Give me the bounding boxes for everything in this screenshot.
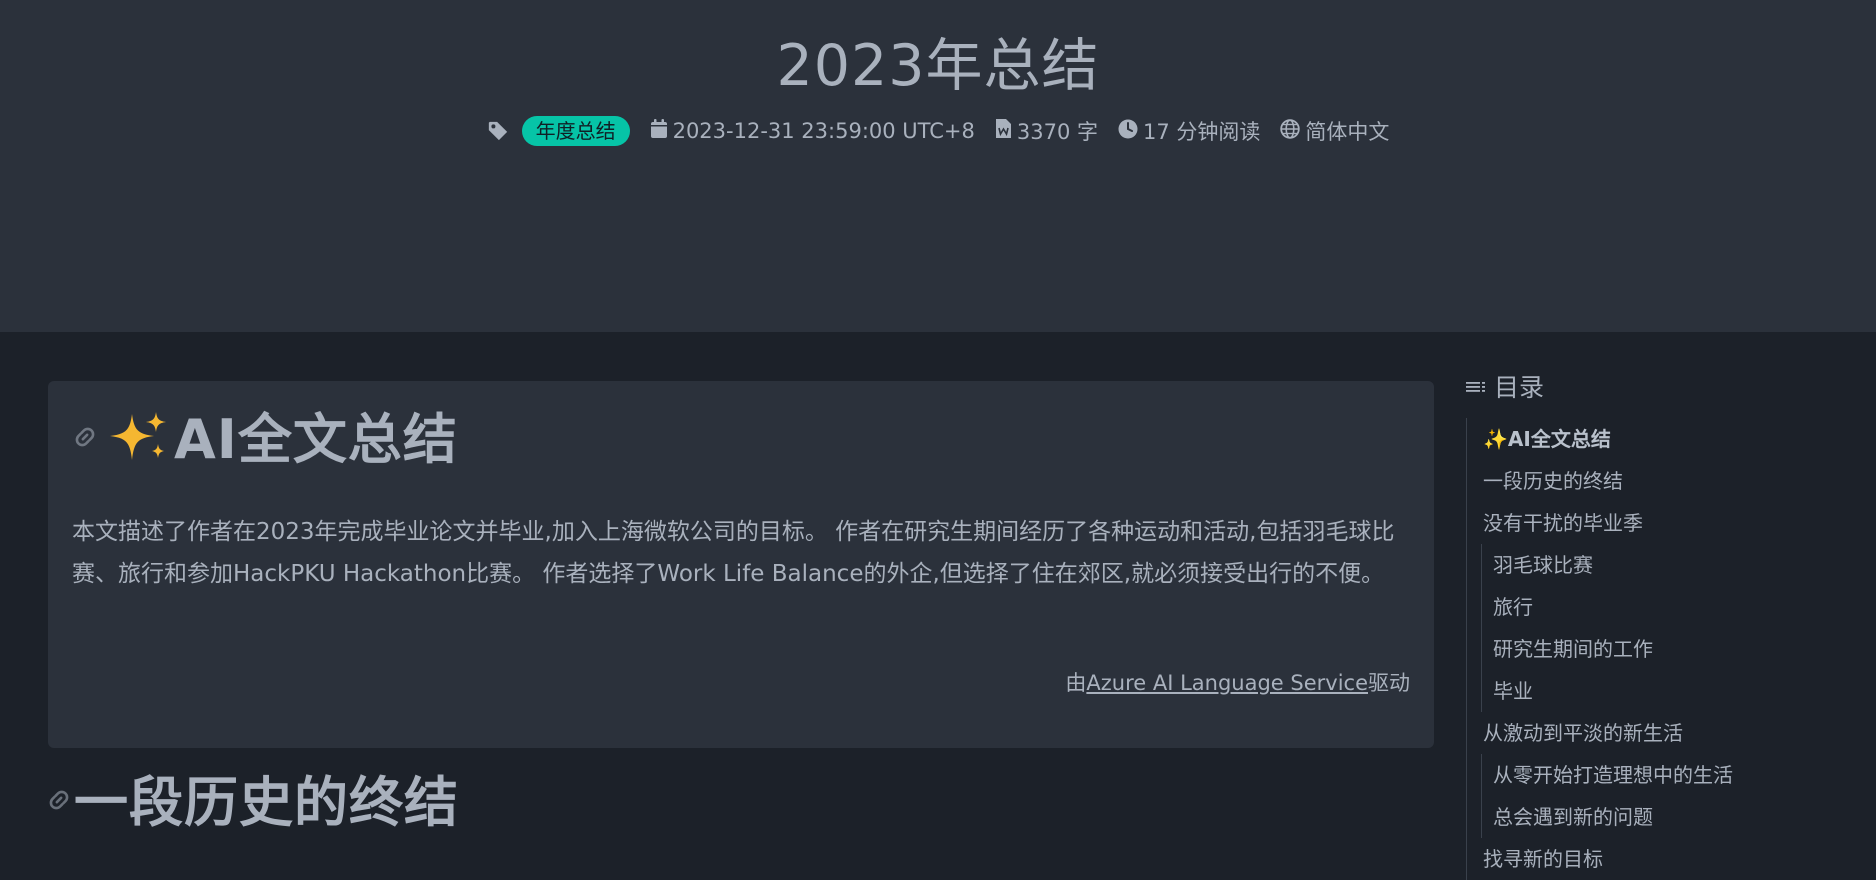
toc-item-ideal-life[interactable]: 从零开始打造理想中的生活 xyxy=(1467,754,1846,796)
sparkles-icon xyxy=(108,410,168,470)
ai-summary-text: 本文描述了作者在2023年完成毕业论文并毕业,加入上海微软公司的目标。 作者在研… xyxy=(72,519,1395,587)
ai-summary-heading-text: AI全文总结 xyxy=(174,408,458,471)
ai-summary-heading: AI全文总结 xyxy=(72,405,458,475)
section-heading-text: 一段历史的终结 xyxy=(74,771,459,834)
toc-item-travel[interactable]: 旅行 xyxy=(1467,586,1846,628)
toc-item-badminton[interactable]: 羽毛球比赛 xyxy=(1467,544,1846,586)
page-title: 2023年总结 xyxy=(776,33,1100,99)
post-date: 2023-12-31 23:59:00 UTC+8 xyxy=(672,119,975,143)
powered-prefix: 由 xyxy=(1065,671,1087,695)
toc-item-end-of-history[interactable]: 一段历史的终结 xyxy=(1467,460,1846,502)
list-icon xyxy=(1466,372,1494,401)
post-language: 简体中文 xyxy=(1305,120,1390,144)
toc-item-graduation-season[interactable]: 没有干扰的毕业季 xyxy=(1467,502,1846,544)
meta-date: 2023-12-31 23:59:00 UTC+8 xyxy=(650,118,975,144)
anchor-link-icon[interactable] xyxy=(72,424,98,456)
section-heading: 一段历史的终结 xyxy=(46,768,459,838)
meta-reading: 17 分钟阅读 xyxy=(1118,116,1260,146)
meta-language: 简体中文 xyxy=(1280,116,1389,146)
word-count: 3370 字 xyxy=(1016,120,1098,144)
post-meta: 年度总结 2023-12-31 23:59:00 UTC+8 3370 字 17… xyxy=(0,116,1876,146)
word-file-icon xyxy=(995,118,1017,144)
clock-icon xyxy=(1118,119,1143,144)
toc-item-new-problems[interactable]: 总会遇到新的问题 xyxy=(1467,796,1846,838)
globe-icon xyxy=(1280,118,1305,144)
table-of-contents: 目录 ✨AI全文总结 一段历史的终结 没有干扰的毕业季 羽毛球比赛 旅行 研究生… xyxy=(1466,368,1846,880)
tag-icon xyxy=(487,120,514,142)
toc-item-new-goal[interactable]: 找寻新的目标 xyxy=(1467,838,1846,880)
toc-item-grad-work[interactable]: 研究生期间的工作 xyxy=(1467,628,1846,670)
toc-item-graduation[interactable]: 毕业 xyxy=(1467,670,1846,712)
ai-summary-card: AI全文总结 本文描述了作者在2023年完成毕业论文并毕业,加入上海微软公司的目… xyxy=(48,381,1434,748)
calendar-icon xyxy=(650,118,673,144)
meta-tags: 年度总结 xyxy=(487,116,630,146)
anchor-link-icon[interactable] xyxy=(46,787,72,819)
powered-by: 由Azure AI Language Service驱动 xyxy=(1065,667,1410,697)
toc-header: 目录 xyxy=(1466,368,1846,404)
reading-time: 17 分钟阅读 xyxy=(1143,120,1261,144)
toc-item-new-life[interactable]: 从激动到平淡的新生活 xyxy=(1467,712,1846,754)
toc-list: ✨AI全文总结 一段历史的终结 没有干扰的毕业季 羽毛球比赛 旅行 研究生期间的… xyxy=(1466,418,1846,880)
azure-ai-link[interactable]: Azure AI Language Service xyxy=(1086,671,1368,695)
post-header: 2023年总结 年度总结 2023-12-31 23:59:00 UTC+8 3… xyxy=(0,0,1876,332)
tag-badge[interactable]: 年度总结 xyxy=(521,116,630,146)
powered-suffix: 驱动 xyxy=(1368,671,1410,695)
toc-title: 目录 xyxy=(1494,373,1545,402)
meta-words: 3370 字 xyxy=(995,116,1098,146)
toc-item-ai-summary[interactable]: ✨AI全文总结 xyxy=(1467,418,1846,460)
